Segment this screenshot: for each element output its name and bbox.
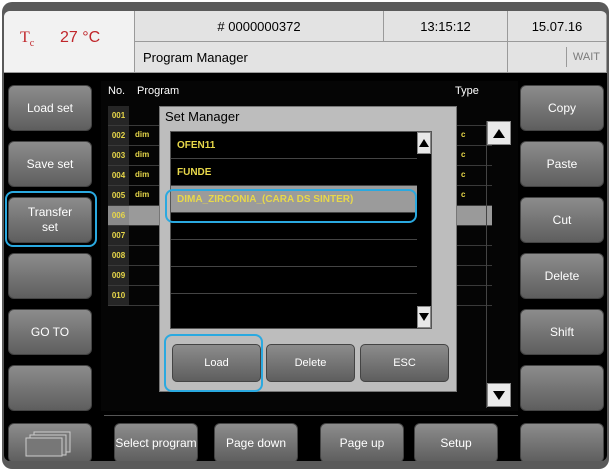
- temp-sub: c: [29, 38, 35, 50]
- temp-label: T: [20, 29, 30, 46]
- save-set-button[interactable]: Save set: [8, 141, 92, 187]
- clock-time: 13:15:12: [384, 11, 508, 42]
- list-item[interactable]: OFEN11: [171, 132, 429, 159]
- paste-button[interactable]: Paste: [520, 141, 604, 187]
- copy-button[interactable]: Copy: [520, 85, 604, 131]
- triangle-up-icon: [493, 129, 505, 138]
- row-number: 007: [108, 226, 129, 245]
- dialog-title: Set Manager: [165, 109, 240, 124]
- select-program-button[interactable]: Select program: [114, 423, 198, 461]
- cut-button[interactable]: Cut: [520, 197, 604, 243]
- left-button-4[interactable]: [8, 253, 92, 299]
- triangle-down-icon: [419, 313, 429, 321]
- load-set-button[interactable]: Load set: [8, 85, 92, 131]
- dialog-scrollbar[interactable]: [417, 132, 431, 328]
- row-program-name: dim: [135, 150, 150, 159]
- transfer-set-highlight: [5, 191, 97, 247]
- row-number: 006: [108, 206, 129, 225]
- row-type: c: [461, 150, 466, 159]
- header: Tc 27 °C # 0000000372 13:15:12 15.07.16 …: [4, 11, 607, 73]
- dialog-scroll-down[interactable]: [417, 306, 431, 328]
- status-badge: WAIT: [565, 47, 600, 67]
- date: 15.07.16: [508, 11, 607, 42]
- delete-button[interactable]: Delete: [520, 253, 604, 299]
- col-no-header: No.: [108, 85, 126, 97]
- row-program-name: dim: [135, 130, 150, 139]
- table-scrollbar[interactable]: [486, 121, 511, 408]
- temp-value: 27 °C: [60, 29, 101, 46]
- page-up-button[interactable]: Page up: [320, 423, 404, 461]
- list-item[interactable]: [171, 267, 429, 294]
- row-number: 004: [108, 166, 129, 185]
- right-button-6[interactable]: [520, 365, 604, 411]
- list-item[interactable]: FUNDE: [171, 159, 429, 186]
- sets-button[interactable]: [8, 423, 92, 461]
- esc-button[interactable]: ESC: [360, 344, 449, 382]
- goto-button[interactable]: GO TO: [8, 309, 92, 355]
- table-scroll-down[interactable]: [487, 383, 511, 407]
- row-program-name: dim: [135, 170, 150, 179]
- row-type: c: [461, 190, 466, 199]
- temperature-display: Tc 27 °C: [4, 11, 135, 73]
- dialog-scroll-up[interactable]: [417, 132, 431, 154]
- row-number: 003: [108, 146, 129, 165]
- row-number: 005: [108, 186, 129, 205]
- screen: Tc 27 °C # 0000000372 13:15:12 15.07.16 …: [4, 11, 607, 461]
- selected-item-highlight: [165, 189, 417, 223]
- row-program-name: dim: [135, 190, 150, 199]
- bottom-right-button[interactable]: [520, 423, 604, 461]
- row-number: 001: [108, 106, 129, 125]
- set-manager-dialog: Set Manager OFEN11 FUNDE DIMA_ZIRCONIA_(…: [159, 106, 457, 392]
- set-list: OFEN11 FUNDE DIMA_ZIRCONIA_(CARA DS SINT…: [170, 131, 432, 329]
- left-button-6[interactable]: [8, 365, 92, 411]
- delete-set-button[interactable]: Delete: [266, 344, 355, 382]
- status-cell: WAIT: [508, 42, 607, 73]
- screen-title: Program Manager: [135, 42, 508, 73]
- shift-button[interactable]: Shift: [520, 309, 604, 355]
- divider: [104, 415, 518, 416]
- triangle-up-icon: [419, 139, 429, 147]
- row-type: c: [461, 130, 466, 139]
- stacked-documents-icon: [25, 431, 71, 457]
- row-number: 010: [108, 286, 129, 305]
- page-down-button[interactable]: Page down: [214, 423, 298, 461]
- col-type-header: Type: [455, 85, 479, 97]
- setup-button[interactable]: Setup: [414, 423, 498, 461]
- row-number: 008: [108, 246, 129, 265]
- load-button-highlight: [164, 334, 263, 392]
- table-scroll-up[interactable]: [487, 121, 511, 145]
- col-program-header: Program: [137, 85, 180, 97]
- triangle-down-icon: [493, 391, 505, 400]
- program-number: # 0000000372: [135, 11, 384, 42]
- row-number: 009: [108, 266, 129, 285]
- row-type: c: [461, 170, 466, 179]
- row-number: 002: [108, 126, 129, 145]
- list-item[interactable]: [171, 240, 429, 267]
